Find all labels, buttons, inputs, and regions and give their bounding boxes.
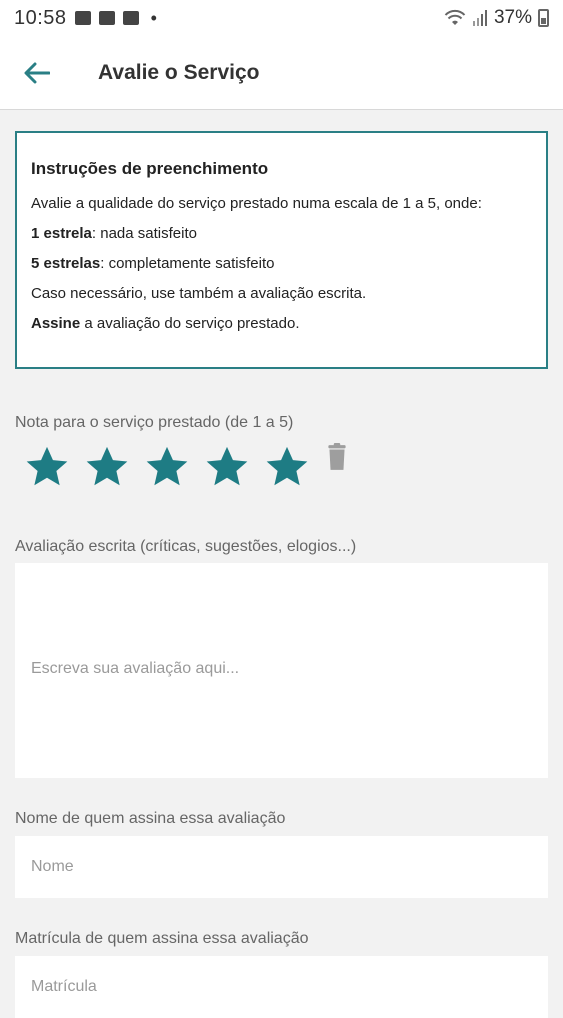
star-4-icon[interactable] <box>204 444 250 490</box>
signer-registration-label: Matrícula de quem assina essa avaliação <box>15 930 309 947</box>
star-2-icon[interactable] <box>84 444 130 490</box>
back-button[interactable] <box>0 36 74 110</box>
arrow-back-icon <box>24 62 50 83</box>
star-3-icon[interactable] <box>144 444 190 490</box>
five-stars-label: 5 estrelas <box>31 255 101 272</box>
five-stars-meaning: : completamente satisfeito <box>100 255 275 272</box>
instructions-line-written: Caso necessário, use também a avaliação … <box>31 285 367 302</box>
status-time: 10:58 <box>14 6 67 29</box>
sign-label: Assine <box>31 315 81 332</box>
battery-icon <box>538 9 549 27</box>
wifi-icon <box>444 9 466 27</box>
instructions-card: Instruções de preenchimento Avalie a qua… <box>15 131 548 369</box>
star-1-icon[interactable] <box>24 444 70 490</box>
battery-percentage: 37% <box>493 7 532 28</box>
instructions-line-sign: Assine a avaliação do serviço prestado. <box>31 315 532 333</box>
written-review-label: Avaliação escrita (críticas, sugestões, … <box>15 538 357 555</box>
clear-rating-trash-icon[interactable] <box>326 443 348 471</box>
instructions-title: Instruções de preenchimento <box>31 159 269 178</box>
star-rating <box>24 443 348 491</box>
sign-meaning: a avaliação do serviço prestado. <box>80 315 300 332</box>
more-notifications-dot: • <box>150 7 157 28</box>
rating-label: Nota para o serviço prestado (de 1 a 5) <box>15 414 294 431</box>
status-left: 10:58 • <box>14 7 157 30</box>
one-star-label: 1 estrela <box>31 225 92 242</box>
signer-name-input[interactable] <box>15 836 548 898</box>
status-bar: 10:58 • 37% <box>0 0 563 36</box>
signer-name-label: Nome de quem assina essa avaliação <box>15 810 286 827</box>
teams-notification-icon <box>122 11 139 25</box>
instructions-line-five-stars: 5 estrelas: completamente satisfeito <box>31 255 532 273</box>
written-review-textarea[interactable] <box>15 563 548 778</box>
page-title: Avalie o Serviço <box>98 60 260 84</box>
signal-icon <box>472 9 488 27</box>
instructions-line-scale: Avalie a qualidade do serviço prestado n… <box>31 195 482 212</box>
status-right: 37% <box>444 7 549 29</box>
signer-registration-input[interactable] <box>15 956 548 1018</box>
instructions-line-one-star: 1 estrela: nada satisfeito <box>31 225 532 243</box>
star-5-icon[interactable] <box>264 444 310 490</box>
voicemail-notification-icon <box>98 11 115 25</box>
one-star-meaning: : nada satisfeito <box>91 225 197 242</box>
app-bar: Avalie o Serviço <box>0 36 563 110</box>
gallery-notification-icon <box>74 11 91 25</box>
